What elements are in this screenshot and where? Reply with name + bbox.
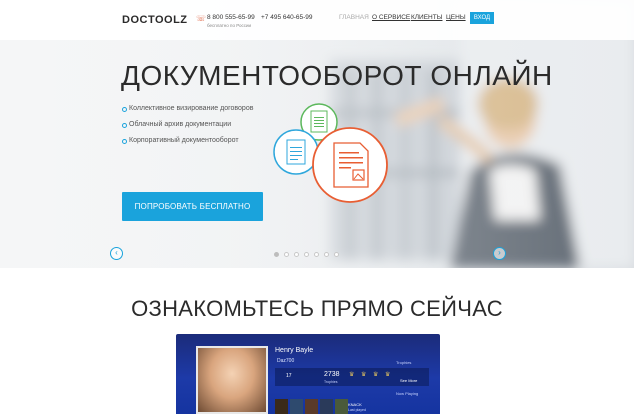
trophy-score-label: Trophies (324, 380, 338, 384)
trophy-icon: ♛ (385, 372, 391, 378)
trophy-icon: ♛ (373, 372, 379, 378)
hero-background-photo (0, 0, 634, 268)
section-title: ОЗНАКОМЬТЕСЬ ПРЯМО СЕЙЧАС (131, 296, 503, 321)
profile-id: Daz700 (277, 358, 295, 364)
game-tile (305, 399, 318, 414)
nav-about[interactable]: О СЕРВИСЕ (372, 14, 410, 21)
slider-dot[interactable] (294, 252, 299, 257)
phone-primary: 8 800 555-65-99 (207, 14, 255, 21)
logo[interactable]: DOCTOOLZ (122, 14, 188, 26)
hero-title: ДОКУМЕНТООБОРОТ ОНЛАЙН (121, 60, 553, 91)
see-more-link: See More (400, 378, 418, 383)
game-title: KNACK (348, 402, 362, 407)
trophies-label: Trophies (396, 360, 412, 365)
nav-clients[interactable]: КЛИЕНТЫ (411, 14, 442, 21)
feature-item: Коллективное визирование договоров (122, 105, 253, 121)
games-strip (275, 399, 348, 414)
game-subtitle: Last played (348, 408, 366, 412)
site-header: DOCTOOLZ ☏ 8 800 555-65-99 бесплатно по … (0, 0, 634, 40)
slider-dot[interactable] (324, 252, 329, 257)
feature-item: Облачный архив документации (122, 121, 253, 137)
phone-primary-note: бесплатно по России (207, 23, 252, 28)
hero-slider: ДОКУМЕНТООБОРОТ ОНЛАЙН Коллективное визи… (0, 0, 634, 268)
slider-prev-icon[interactable]: ‹ (110, 247, 123, 260)
slider-dot[interactable] (274, 252, 279, 257)
slider-dot[interactable] (334, 252, 339, 257)
trophy-score: 2738 (324, 371, 340, 378)
now-playing-label: Now Playing (396, 391, 419, 396)
page: ДОКУМЕНТООБОРОТ ОНЛАЙН Коллективное визи… (0, 0, 634, 414)
login-button[interactable]: ВХОД (470, 12, 494, 24)
slider-dot[interactable] (314, 252, 319, 257)
profile-level: 17 (286, 373, 292, 379)
phone-secondary: +7 495 640-65-99 (261, 14, 313, 21)
feature-list: Коллективное визирование договоров Облач… (122, 105, 253, 153)
slider-dot[interactable] (304, 252, 309, 257)
slider-next-icon[interactable]: › (493, 247, 506, 260)
game-tile (275, 399, 288, 414)
try-free-button[interactable]: ПОПРОБОВАТЬ БЕСПЛАТНО (122, 192, 263, 221)
game-tile (335, 399, 348, 414)
profile-username: Henry Bayle (275, 347, 314, 354)
game-tile (320, 399, 333, 414)
nav-prices[interactable]: ЦЕНЫ (446, 14, 466, 21)
avatar (196, 346, 268, 414)
trophy-icon: ♛ (361, 372, 367, 378)
phone-icon: ☏ (196, 14, 207, 23)
nav-home[interactable]: ГЛАВНАЯ (339, 14, 369, 21)
feature-item: Корпоративный документооборот (122, 137, 253, 153)
game-tile (290, 399, 303, 414)
slider-dot[interactable] (284, 252, 289, 257)
trophy-icon: ♛ (349, 372, 355, 378)
